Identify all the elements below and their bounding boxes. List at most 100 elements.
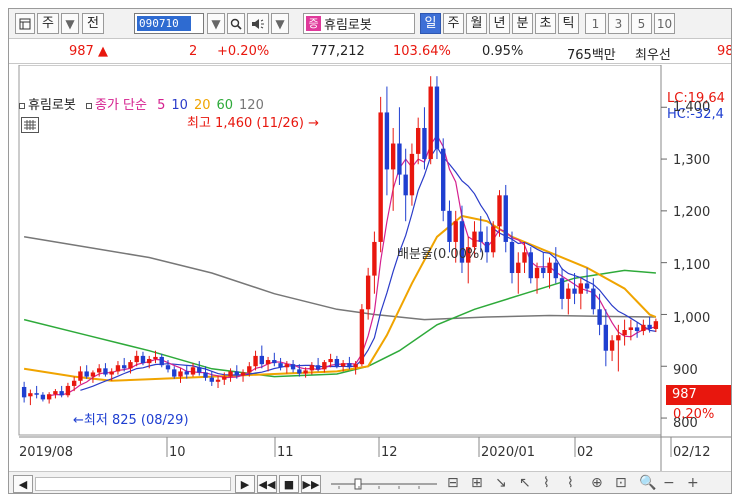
candle-body bbox=[284, 364, 290, 368]
chart-tool-icon-2[interactable]: ↘ bbox=[495, 475, 507, 491]
minute-button-2[interactable]: 5 bbox=[631, 13, 652, 34]
bottom-toolbar: ◀ ▶ ◀◀ ■ ▶▶ ⊟ ⊞ ↘ ↖ ⌇ ⌇ ⊕ ⊡ 🔍 − + bbox=[9, 471, 731, 493]
candle-body bbox=[322, 362, 327, 370]
candle-body bbox=[46, 394, 52, 400]
candle-body bbox=[253, 355, 258, 367]
candle-body bbox=[209, 377, 214, 382]
horizontal-scrollbar[interactable] bbox=[35, 477, 231, 491]
up-arrow-icon: ▲ bbox=[97, 44, 108, 59]
candle-body bbox=[159, 356, 164, 366]
candle-body bbox=[609, 340, 615, 351]
candle-body bbox=[503, 195, 508, 242]
chart-tool-icon-3[interactable]: ↖ bbox=[519, 475, 531, 491]
candle-body bbox=[372, 241, 377, 276]
market-dropdown-icon[interactable]: ▼ bbox=[61, 13, 79, 34]
candle-body bbox=[90, 372, 96, 377]
candle-body bbox=[228, 371, 233, 377]
candle-body bbox=[103, 368, 108, 375]
minute-button-1[interactable]: 3 bbox=[608, 13, 629, 34]
candle-body bbox=[109, 371, 114, 375]
candle-body bbox=[309, 365, 315, 371]
candle-body bbox=[528, 252, 533, 279]
candle-body bbox=[628, 327, 634, 330]
chart-tool-icon-4[interactable]: ⌇ bbox=[543, 475, 550, 491]
candle-body bbox=[340, 363, 346, 367]
candle-body bbox=[240, 372, 246, 376]
period-tab-6[interactable]: 틱 bbox=[558, 13, 579, 34]
scroll-left-button[interactable]: ◀ bbox=[13, 475, 33, 493]
chart-tool-icon-1[interactable]: ⊞ bbox=[471, 475, 483, 491]
chart-tool-icon-0[interactable]: ⊟ bbox=[447, 475, 459, 491]
table-icon[interactable] bbox=[21, 117, 39, 133]
candle-body bbox=[578, 283, 584, 294]
plot-area bbox=[18, 65, 662, 436]
x-tick-label: 11 bbox=[277, 445, 294, 460]
candle-body bbox=[553, 262, 558, 279]
search-icon[interactable] bbox=[227, 13, 245, 34]
period-tab-4[interactable]: 분 bbox=[512, 13, 533, 34]
candle-body bbox=[547, 262, 552, 274]
candle-body bbox=[21, 386, 27, 398]
candle-body bbox=[290, 364, 296, 370]
chart-tool-icon-5[interactable]: ⌇ bbox=[567, 475, 574, 491]
stock-name-field[interactable]: 증 휴림로봇 bbox=[303, 13, 415, 34]
candle-body bbox=[441, 148, 446, 211]
y-tick-label: 900 bbox=[673, 363, 698, 379]
chart-legend: 휴림로봇 종가 단순 5 10 20 60 120 bbox=[19, 94, 264, 113]
period-tab-3[interactable]: 년 bbox=[489, 13, 510, 34]
x-tick-label: 2020/01 bbox=[481, 445, 536, 460]
candle-body bbox=[203, 372, 208, 378]
market-select[interactable]: 주 bbox=[37, 13, 59, 34]
y-tick-label: 1,100 bbox=[673, 257, 711, 273]
code-dropdown-icon[interactable]: ▼ bbox=[207, 13, 225, 34]
candle-body bbox=[172, 369, 177, 377]
chart-tool-icon-8[interactable]: 🔍 bbox=[639, 475, 656, 491]
zoom-slider[interactable] bbox=[329, 478, 439, 490]
minute-button-0[interactable]: 1 bbox=[585, 13, 606, 34]
prev-button[interactable]: 전 bbox=[82, 13, 104, 34]
candle-body bbox=[559, 278, 565, 299]
legend-ma-120: 120 bbox=[239, 98, 264, 113]
chart-tool-icon-6[interactable]: ⊕ bbox=[591, 475, 603, 491]
candle-body bbox=[153, 356, 158, 359]
candle-body bbox=[509, 241, 515, 274]
ticker-extra: 98 bbox=[717, 44, 732, 59]
candle-body bbox=[328, 359, 333, 363]
x-tick-label: 02/12 bbox=[673, 445, 711, 460]
chart-tool-icon-7[interactable]: ⊡ bbox=[615, 475, 627, 491]
period-tab-5[interactable]: 초 bbox=[535, 13, 556, 34]
price-chart[interactable]: 휴림로봇 종가 단순 5 10 20 60 120 최고 1,460 (11/26) →… bbox=[9, 65, 731, 493]
candle-body bbox=[484, 241, 490, 253]
speaker-dropdown-icon[interactable]: ▼ bbox=[271, 13, 289, 34]
code-input[interactable]: 090710 bbox=[134, 13, 204, 34]
nav-button-2[interactable]: ■ bbox=[279, 475, 299, 493]
nav-button-3[interactable]: ▶▶ bbox=[301, 475, 321, 493]
x-tick-label: 2019/08 bbox=[19, 445, 74, 460]
candle-body bbox=[497, 195, 502, 227]
period-tab-0[interactable]: 일 bbox=[420, 13, 441, 34]
legend-ma-periods: 5 10 20 60 120 bbox=[151, 98, 264, 113]
y-tick-label: 1,300 bbox=[673, 152, 711, 168]
nav-button-1[interactable]: ◀◀ bbox=[257, 475, 277, 493]
period-tab-2[interactable]: 월 bbox=[466, 13, 487, 34]
candle-body bbox=[353, 364, 358, 368]
x-tick-label: 10 bbox=[169, 445, 186, 460]
candle-body bbox=[378, 112, 383, 242]
candle-body bbox=[566, 288, 571, 299]
chart-tool-icon-10[interactable]: + bbox=[687, 475, 699, 491]
minute-button-3[interactable]: 10 bbox=[654, 13, 675, 34]
chart-tool-icon-9[interactable]: − bbox=[663, 475, 675, 491]
candle-body bbox=[278, 363, 283, 368]
nav-button-0[interactable]: ▶ bbox=[235, 475, 255, 493]
candle-body bbox=[84, 371, 89, 377]
candle-body bbox=[165, 365, 171, 370]
period-tab-1[interactable]: 주 bbox=[443, 13, 464, 34]
high-annotation: 최고 1,460 (11/26) → bbox=[187, 112, 319, 131]
candle-body bbox=[359, 309, 365, 365]
candle-body bbox=[53, 391, 58, 395]
speaker-icon[interactable] bbox=[247, 13, 269, 34]
ticker-change-pct: +0.20% bbox=[217, 44, 270, 59]
x-tick-label: 02 bbox=[577, 445, 594, 460]
layout-icon[interactable] bbox=[15, 13, 35, 34]
left-arrow-icon: ← bbox=[73, 413, 84, 428]
